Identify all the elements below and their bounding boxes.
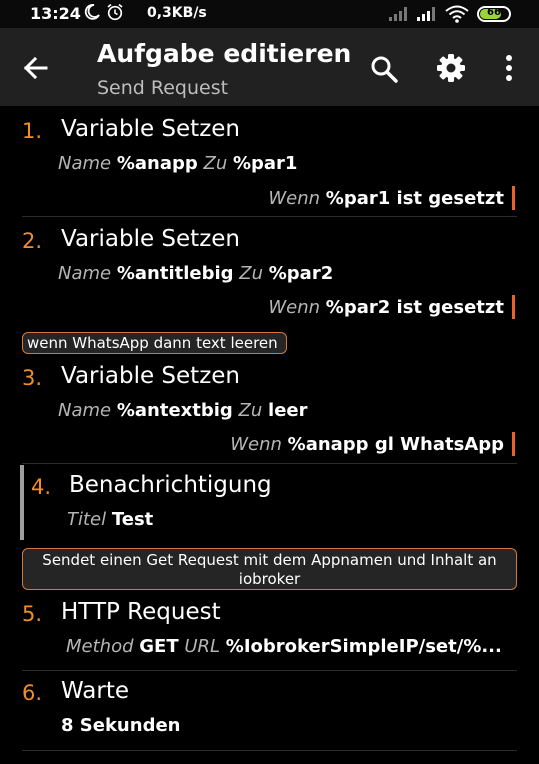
action-name: Warte [61, 678, 129, 704]
moon-icon [84, 4, 100, 20]
battery-icon: 66 [477, 6, 511, 22]
action-params: Method GET URL %IobrokerSimpleIP/set/%..… [66, 636, 502, 657]
condition-marker [512, 186, 515, 210]
action-params: Name %antextbig Zu leer [58, 400, 308, 421]
action-number: 4. [31, 475, 52, 499]
gear-icon[interactable] [435, 52, 467, 84]
action-params: Name %anapp Zu %par1 [58, 153, 298, 174]
condition-marker [512, 432, 515, 456]
app-bar: Aufgabe editieren Send Request [0, 28, 539, 106]
status-bar: 13:24 0,3KB/s 66 [0, 0, 539, 28]
action-condition: Wenn %anapp gl WhatsApp [230, 432, 515, 456]
action-number: 2. [22, 229, 43, 253]
action-item[interactable]: 2. Variable Setzen Name %antitlebig Zu %… [0, 217, 539, 327]
action-comment[interactable]: Sendet einen Get Request mit dem Appname… [22, 548, 517, 590]
signal-icon [417, 7, 435, 21]
action-name: Variable Setzen [61, 116, 241, 142]
more-vertical-icon[interactable] [499, 52, 519, 84]
action-name: Benachrichtigung [69, 472, 272, 498]
page-subtitle: Send Request [97, 77, 229, 99]
action-params: Name %antitlebig Zu %par2 [58, 263, 334, 284]
status-time: 13:24 [30, 4, 81, 23]
action-params: Titel Test [67, 509, 154, 530]
page-title: Aufgabe editieren [97, 39, 352, 68]
action-item[interactable]: 4. Benachrichtigung Titel Test [0, 464, 539, 542]
action-number: 6. [22, 681, 43, 705]
action-item[interactable]: 5. HTTP Request Method GET URL %Iobroker… [0, 591, 539, 669]
signal-icon [389, 7, 407, 21]
action-name: Variable Setzen [61, 226, 241, 252]
action-comment[interactable]: wenn WhatsApp dann text leeren [22, 332, 287, 354]
condition-marker [512, 295, 515, 319]
action-number: 5. [22, 602, 43, 626]
divider [22, 750, 517, 751]
alarm-icon [107, 3, 123, 21]
search-icon[interactable] [369, 54, 399, 84]
action-params: 8 Sekunden [61, 715, 181, 736]
action-number: 3. [22, 366, 43, 390]
back-arrow-icon[interactable] [20, 52, 52, 84]
action-item[interactable]: 6. Warte 8 Sekunden [0, 671, 539, 749]
action-condition: Wenn %par1 ist gesetzt [268, 186, 515, 210]
wifi-icon [445, 5, 469, 23]
action-name: HTTP Request [61, 599, 221, 625]
action-item[interactable]: 3. Variable Setzen Name %antextbig Zu le… [0, 355, 539, 463]
action-condition: Wenn %par2 ist gesetzt [268, 295, 515, 319]
action-item[interactable]: 1. Variable Setzen Name %anapp Zu %par1 … [0, 106, 539, 216]
network-speed: 0,3KB/s [147, 5, 207, 21]
action-name: Variable Setzen [61, 363, 241, 389]
battery-percent: 66 [487, 7, 501, 18]
action-number: 1. [22, 119, 43, 143]
